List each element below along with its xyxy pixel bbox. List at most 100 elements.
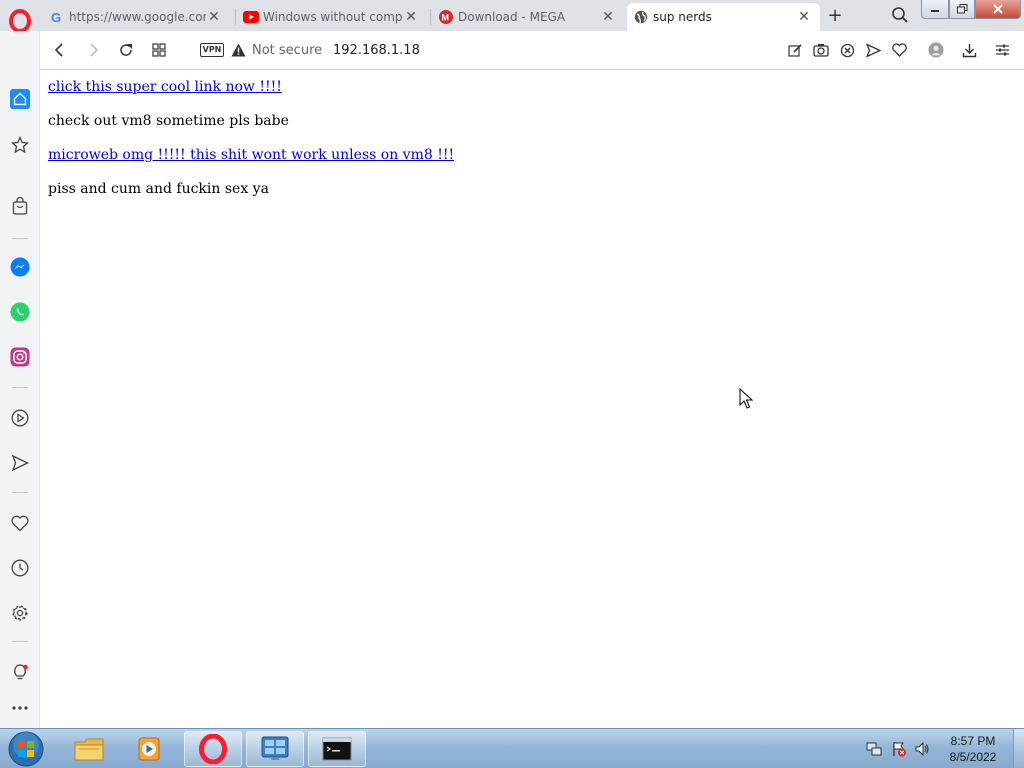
tab-title: sup nerds — [653, 10, 712, 24]
taskbar-command-prompt[interactable] — [308, 731, 366, 767]
minimize-button[interactable] — [921, 0, 949, 19]
grid-icon — [152, 43, 166, 57]
volume-tray-icon[interactable] — [914, 741, 930, 757]
page-text: check out vm8 sometime pls babe — [48, 113, 289, 129]
adblock-button[interactable] — [839, 42, 855, 58]
sidebar-item-home[interactable] — [10, 89, 30, 109]
cool-link[interactable]: click this super cool link now !!!! — [48, 79, 282, 95]
taskbar-explorer[interactable] — [60, 731, 118, 767]
send-button[interactable] — [865, 42, 881, 58]
new-tab-button[interactable]: + — [825, 6, 845, 26]
forward-button[interactable] — [84, 41, 102, 59]
sidebar-item-history[interactable] — [10, 558, 30, 578]
window-controls — [921, 0, 1021, 20]
close-icon — [993, 4, 1003, 14]
show-desktop-button[interactable] — [1013, 729, 1024, 768]
page-text: piss and cum and fuckin sex ya — [48, 181, 269, 197]
clock-icon — [11, 559, 29, 577]
whatsapp-icon — [10, 302, 30, 322]
address-bar: VPN Not secure 192.168.1.18 — [40, 31, 1024, 70]
sidebar-more-button[interactable] — [10, 698, 30, 718]
taskbar-control-panel[interactable] — [246, 731, 304, 767]
back-arrow-icon — [54, 43, 63, 57]
tab-title: https://www.google.com/s — [69, 10, 206, 24]
taskbar-media-player[interactable] — [120, 731, 178, 767]
send-icon — [865, 42, 881, 58]
sidebar-item-flow[interactable] — [10, 453, 30, 473]
action-center-flag-icon[interactable] — [891, 741, 907, 757]
tab-title: Windows without compon — [263, 10, 403, 24]
tab-separator — [235, 9, 236, 25]
tab-close-icon[interactable]: ✕ — [796, 9, 812, 25]
sidebar-separator — [12, 492, 28, 493]
sidebar-item-messenger[interactable] — [10, 257, 30, 277]
globe-favicon-icon — [633, 9, 649, 25]
user-avatar-icon — [928, 42, 944, 58]
messenger-icon — [10, 257, 30, 277]
profile-button[interactable] — [928, 42, 944, 58]
tab-sup-nerds[interactable]: sup nerds ✕ — [627, 3, 820, 31]
snapshot-button[interactable] — [813, 42, 829, 58]
tab-title: Download - MEGA — [458, 10, 566, 24]
reload-icon — [120, 44, 132, 56]
start-button-windows-icon[interactable] — [6, 730, 46, 768]
clock-date: 8/5/2022 — [949, 750, 997, 764]
restore-button[interactable] — [949, 0, 975, 19]
clock-time: 8:57 PM — [950, 734, 996, 748]
sidebar-item-whats-new[interactable] — [10, 663, 30, 683]
sidebar-separator — [12, 387, 28, 388]
url-input[interactable]: 192.168.1.18 — [333, 43, 420, 58]
taskbar-opera[interactable] — [184, 731, 242, 767]
reload-button[interactable] — [117, 41, 135, 59]
easy-setup-button[interactable] — [994, 42, 1010, 58]
sidebar-item-shopping[interactable] — [10, 196, 30, 216]
tab-youtube[interactable]: Windows without compon ✕ — [237, 3, 427, 31]
tab-mega[interactable]: M Download - MEGA ✕ — [432, 3, 624, 31]
sliders-icon — [995, 44, 1009, 56]
mega-favicon-icon: M — [438, 9, 454, 25]
block-icon — [840, 43, 854, 57]
back-button[interactable] — [51, 41, 69, 59]
tab-close-icon[interactable]: ✕ — [206, 9, 222, 25]
instagram-icon — [10, 347, 30, 367]
sidebar-item-player[interactable] — [10, 408, 30, 428]
mouse-cursor-icon — [739, 388, 753, 409]
more-dots-icon — [12, 706, 28, 710]
pen-box-icon — [787, 43, 802, 57]
svg-text:M: M — [442, 13, 450, 23]
network-tray-icon[interactable] — [866, 741, 882, 757]
sidebar-item-settings[interactable] — [10, 603, 30, 623]
tab-search-icon[interactable] — [891, 6, 909, 24]
downloads-button[interactable] — [961, 42, 977, 58]
sidebar-item-instagram[interactable] — [10, 347, 30, 367]
vpn-badge[interactable]: VPN — [200, 43, 224, 57]
system-clock[interactable]: 8:57 PM 8/5/2022 — [936, 733, 1010, 765]
home-icon — [10, 89, 30, 109]
bookmark-button[interactable] — [891, 42, 907, 58]
sidebar-item-whatsapp[interactable] — [10, 302, 30, 322]
microweb-link[interactable]: microweb omg !!!!! this shit wont work u… — [48, 147, 454, 163]
command-prompt-icon — [322, 737, 352, 761]
youtube-favicon-icon — [243, 9, 259, 25]
edit-page-button[interactable] — [787, 42, 803, 58]
page-content: click this super cool link now !!!! chec… — [40, 70, 1024, 728]
sidebar-item-bookmarks[interactable] — [10, 513, 30, 533]
tabs-overview-button[interactable] — [150, 41, 168, 59]
google-favicon-icon: G — [49, 9, 65, 25]
media-player-icon — [138, 737, 160, 761]
sidebar-item-speed-dial[interactable] — [10, 135, 30, 155]
opera-logo-icon[interactable] — [9, 9, 31, 33]
sidebar-separator — [12, 238, 28, 239]
tab-strip: G https://www.google.com/s ✕ Windows wit… — [0, 0, 1024, 33]
play-circle-icon — [11, 409, 29, 427]
close-window-button[interactable] — [975, 0, 1021, 19]
folder-icon — [74, 738, 104, 761]
shopping-bag-icon — [12, 197, 28, 215]
camera-icon — [813, 44, 829, 57]
warning-icon[interactable] — [231, 43, 246, 57]
security-status[interactable]: Not secure — [252, 43, 322, 58]
opera-icon — [199, 734, 227, 764]
tab-close-icon[interactable]: ✕ — [403, 9, 419, 25]
tab-close-icon[interactable]: ✕ — [600, 9, 616, 25]
tab-google[interactable]: G https://www.google.com/s ✕ — [43, 3, 230, 31]
